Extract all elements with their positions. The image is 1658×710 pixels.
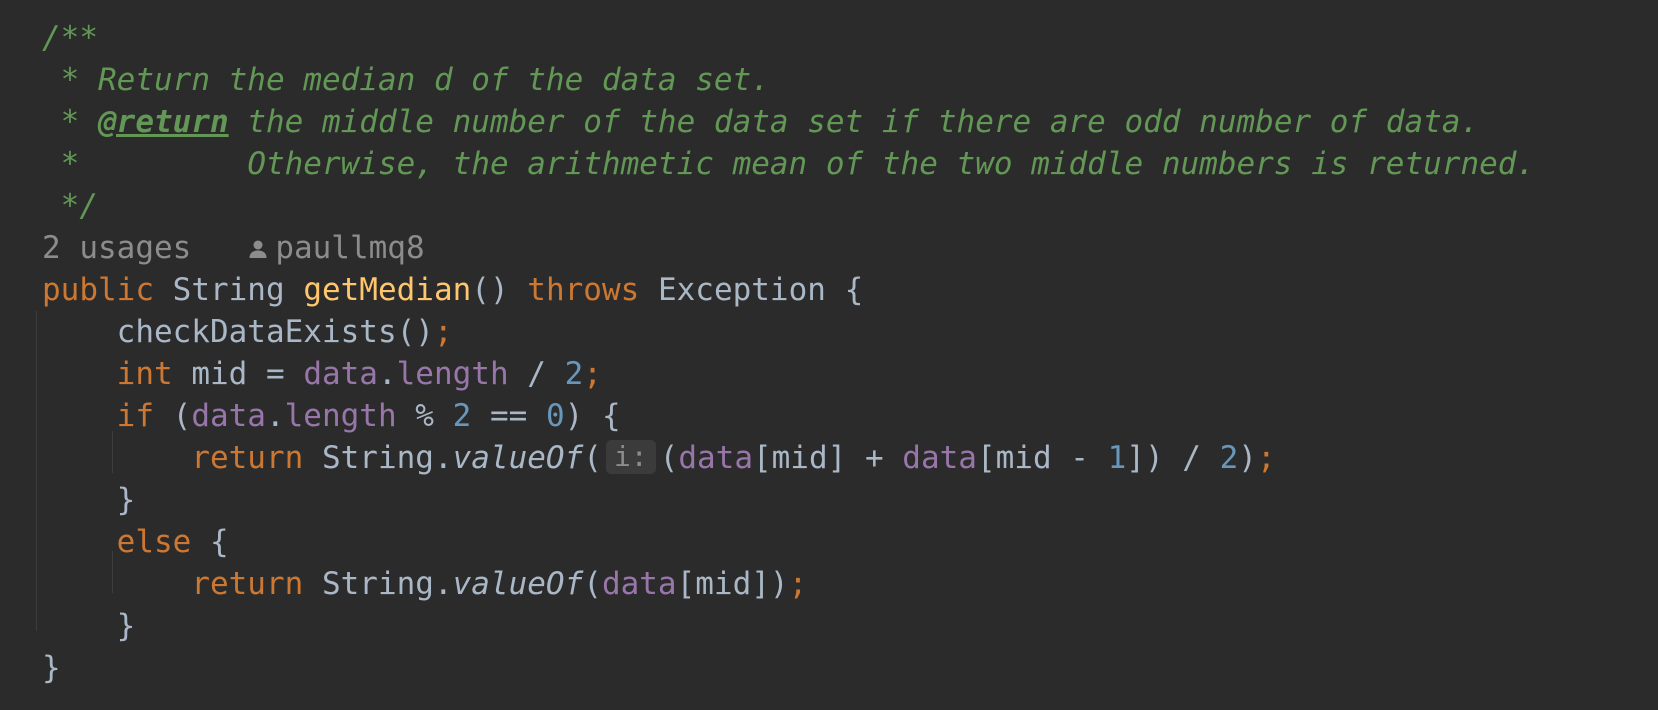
javadoc-line-otherwise: * Otherwise, the arithmetic mean of the …: [42, 146, 1536, 182]
indent-guide-method: [36, 311, 37, 631]
code-line-else-close: }: [116, 608, 136, 644]
javadoc-return-tag[interactable]: @return: [98, 104, 229, 140]
code-line-return-odd: return String.valueOf(data[mid]);: [191, 566, 808, 602]
parameter-hint: i:: [605, 440, 656, 474]
code-line-else: else {: [116, 524, 229, 560]
code-line-if: if (data.length % 2 == 0) {: [116, 398, 621, 434]
code-editor[interactable]: /** * Return the median d of the data se…: [36, 17, 1652, 689]
author-link[interactable]: paullmq8: [247, 230, 425, 266]
javadoc-open: /**: [42, 20, 98, 56]
javadoc-close: */: [42, 188, 98, 224]
usages-link[interactable]: 2 usages: [42, 230, 191, 266]
code-line-return-even: return String.valueOf(i: (data[mid] + dat…: [191, 440, 1276, 476]
code-line-method-close: }: [42, 650, 61, 686]
code-line-check: checkDataExists();: [116, 314, 453, 350]
code-line-mid: int mid = data.length / 2;: [116, 356, 602, 392]
javadoc-line-summary: * Return the median d of the data set.: [42, 62, 770, 98]
person-icon: [249, 240, 267, 258]
method-signature: public String getMedian() throws Excepti…: [42, 272, 864, 308]
code-vision-inlay: 2 usages paullmq8: [42, 227, 1652, 269]
method-name[interactable]: getMedian: [303, 272, 471, 308]
javadoc-line-return: * @return the middle number of the data …: [42, 104, 1480, 140]
code-line-if-close: }: [116, 482, 136, 518]
